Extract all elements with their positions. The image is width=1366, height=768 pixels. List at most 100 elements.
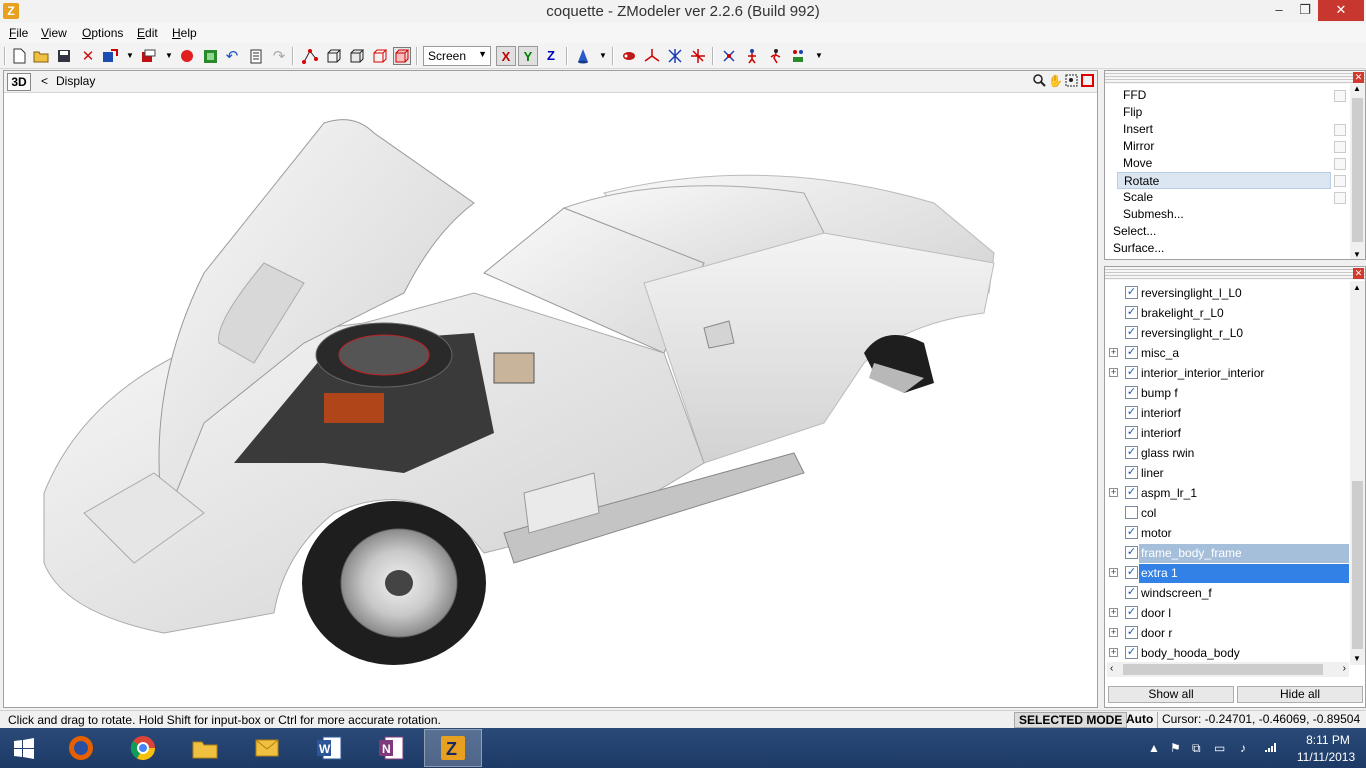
redo-icon[interactable]: ↷ [270, 47, 288, 65]
visibility-checkbox[interactable]: ✓ [1125, 286, 1138, 299]
expand-icon[interactable]: + [1109, 608, 1118, 617]
select-box-icon[interactable] [325, 47, 343, 65]
tree-row[interactable]: + ✓ interior_interior_interior [1105, 364, 1349, 383]
firefox-icon[interactable] [52, 729, 110, 767]
onenote-icon[interactable]: N [362, 729, 420, 767]
visibility-checkbox[interactable]: ✓ [1125, 426, 1138, 439]
modifier-ffd[interactable]: FFD [1117, 87, 1329, 104]
visibility-checkbox[interactable]: ✓ [1125, 446, 1138, 459]
panel-grip[interactable] [1105, 71, 1365, 84]
link-icon[interactable] [620, 47, 638, 65]
visibility-checkbox[interactable]: ✓ [1125, 486, 1138, 499]
auto-indicator[interactable]: Auto [1122, 712, 1157, 728]
pan-hand-icon[interactable]: ✋ [1048, 74, 1063, 89]
render-icon[interactable] [201, 47, 219, 65]
visibility-checkbox[interactable]: ✓ [1125, 606, 1138, 619]
modifier-rotate-checkbox[interactable] [1334, 175, 1346, 187]
tree-row[interactable]: + ✓ misc_a [1105, 344, 1349, 363]
export-dropdown-icon[interactable]: ▼ [160, 47, 178, 65]
view-mode-button[interactable]: 3D [7, 73, 31, 91]
expand-icon[interactable]: + [1109, 348, 1118, 357]
tree-row[interactable]: + ✓ door l [1105, 604, 1349, 623]
menu-options[interactable]: Options [82, 26, 123, 40]
import-dropdown-icon[interactable]: ▼ [121, 47, 139, 65]
tree-row[interactable]: ✓ windscreen_f [1105, 584, 1349, 603]
chrome-icon[interactable] [114, 729, 172, 767]
expand-icon[interactable]: + [1109, 488, 1118, 497]
figure-icon[interactable] [743, 47, 761, 65]
zoom-icon[interactable] [1032, 74, 1047, 89]
maximize-viewport-icon[interactable] [1080, 74, 1095, 89]
axis-y-toggle[interactable]: Y [518, 46, 538, 66]
expand-icon[interactable]: + [1109, 628, 1118, 637]
menu-help[interactable]: Help [172, 26, 197, 40]
modifier-mirror[interactable]: Mirror [1117, 138, 1329, 155]
visibility-checkbox[interactable]: ✓ [1125, 546, 1138, 559]
cone-icon[interactable] [574, 47, 592, 65]
show-hidden-icons[interactable]: ▲ [1148, 741, 1160, 755]
export-icon[interactable] [140, 47, 158, 65]
clock-date[interactable]: 11/11/2013 [1290, 750, 1362, 764]
tree-row[interactable]: ✓ liner [1105, 464, 1349, 483]
menu-file[interactable]: File [9, 26, 28, 40]
save-icon[interactable] [55, 47, 73, 65]
panel-grip[interactable] [1105, 267, 1365, 280]
close-icon[interactable]: ✕ [1353, 72, 1364, 83]
hscrollbar-thumb[interactable] [1123, 664, 1323, 675]
visibility-checkbox[interactable]: ✓ [1125, 646, 1138, 659]
monitor-icon[interactable]: ▭ [1214, 741, 1225, 755]
scroll-down-icon[interactable]: ▼ [1353, 654, 1361, 663]
modifier-select[interactable]: Select... [1107, 223, 1319, 240]
scrollbar-thumb[interactable] [1352, 481, 1363, 649]
scroll-right-icon[interactable]: › [1343, 663, 1346, 674]
visibility-checkbox[interactable]: ✓ [1125, 346, 1138, 359]
delete-icon[interactable]: ✕ [79, 47, 97, 65]
zmodeler-icon[interactable]: Z [424, 729, 482, 767]
object-tree-hscrollbar[interactable]: ‹ › [1107, 662, 1349, 677]
menu-view[interactable]: View [41, 26, 67, 40]
axis-tripod-icon[interactable] [643, 47, 661, 65]
open-icon[interactable] [32, 47, 50, 65]
modifier-scale[interactable]: Scale [1117, 189, 1329, 206]
modifiers-scrollbar[interactable]: ▲ ▼ [1350, 84, 1365, 259]
action-center-icon[interactable]: ⚑ [1170, 741, 1181, 755]
walk-icon[interactable] [766, 47, 784, 65]
select-vertex-icon[interactable] [301, 47, 319, 65]
object-tree-scrollbar[interactable]: ▲ ▼ [1350, 281, 1365, 665]
visibility-checkbox[interactable]: ✓ [1125, 366, 1138, 379]
windows-start-icon[interactable] [0, 729, 48, 767]
visibility-checkbox[interactable]: ✓ [1125, 566, 1138, 579]
outlook-icon[interactable] [238, 729, 296, 767]
hide-all-button[interactable]: Hide all [1237, 686, 1363, 703]
tree-row[interactable]: ✓ reversinglight_l_L0 [1105, 284, 1349, 303]
maximize-button[interactable]: ❐ [1290, 0, 1320, 21]
modifier-insert-checkbox[interactable] [1334, 124, 1346, 136]
new-icon[interactable] [10, 47, 28, 65]
select-polygon-icon[interactable] [393, 47, 411, 65]
clock-time[interactable]: 8:11 PM [1296, 733, 1360, 747]
visibility-checkbox[interactable]: ✓ [1125, 386, 1138, 399]
3d-viewport[interactable]: 3D < Display ✋ [3, 70, 1098, 708]
tree-row[interactable]: ✓ bump f [1105, 384, 1349, 403]
modifier-move-checkbox[interactable] [1334, 158, 1346, 170]
visibility-checkbox[interactable]: ✓ [1125, 326, 1138, 339]
visibility-checkbox[interactable]: ✓ [1125, 626, 1138, 639]
tree-row[interactable]: + ✓ door r [1105, 624, 1349, 643]
select-object-icon[interactable] [371, 47, 389, 65]
volume-icon[interactable]: ♪ [1240, 741, 1246, 755]
tree-row[interactable]: ✓ reversinglight_r_L0 [1105, 324, 1349, 343]
signal-icon[interactable] [1264, 741, 1278, 756]
file-explorer-icon[interactable] [176, 729, 234, 767]
scroll-up-icon[interactable]: ▲ [1353, 283, 1361, 292]
car-3d-model[interactable] [4, 93, 1097, 707]
axis-cross-icon[interactable] [666, 47, 684, 65]
visibility-checkbox[interactable]: ✓ [1125, 466, 1138, 479]
modifier-ffd-checkbox[interactable] [1334, 90, 1346, 102]
pivot-icon[interactable] [720, 47, 738, 65]
tree-row[interactable]: ✓ interiorf [1105, 424, 1349, 443]
import-icon[interactable] [101, 47, 119, 65]
network-icon[interactable]: ⧉ [1192, 741, 1201, 756]
expand-icon[interactable]: + [1109, 568, 1118, 577]
group-figure-icon[interactable] [789, 47, 807, 65]
properties-icon[interactable] [247, 47, 265, 65]
